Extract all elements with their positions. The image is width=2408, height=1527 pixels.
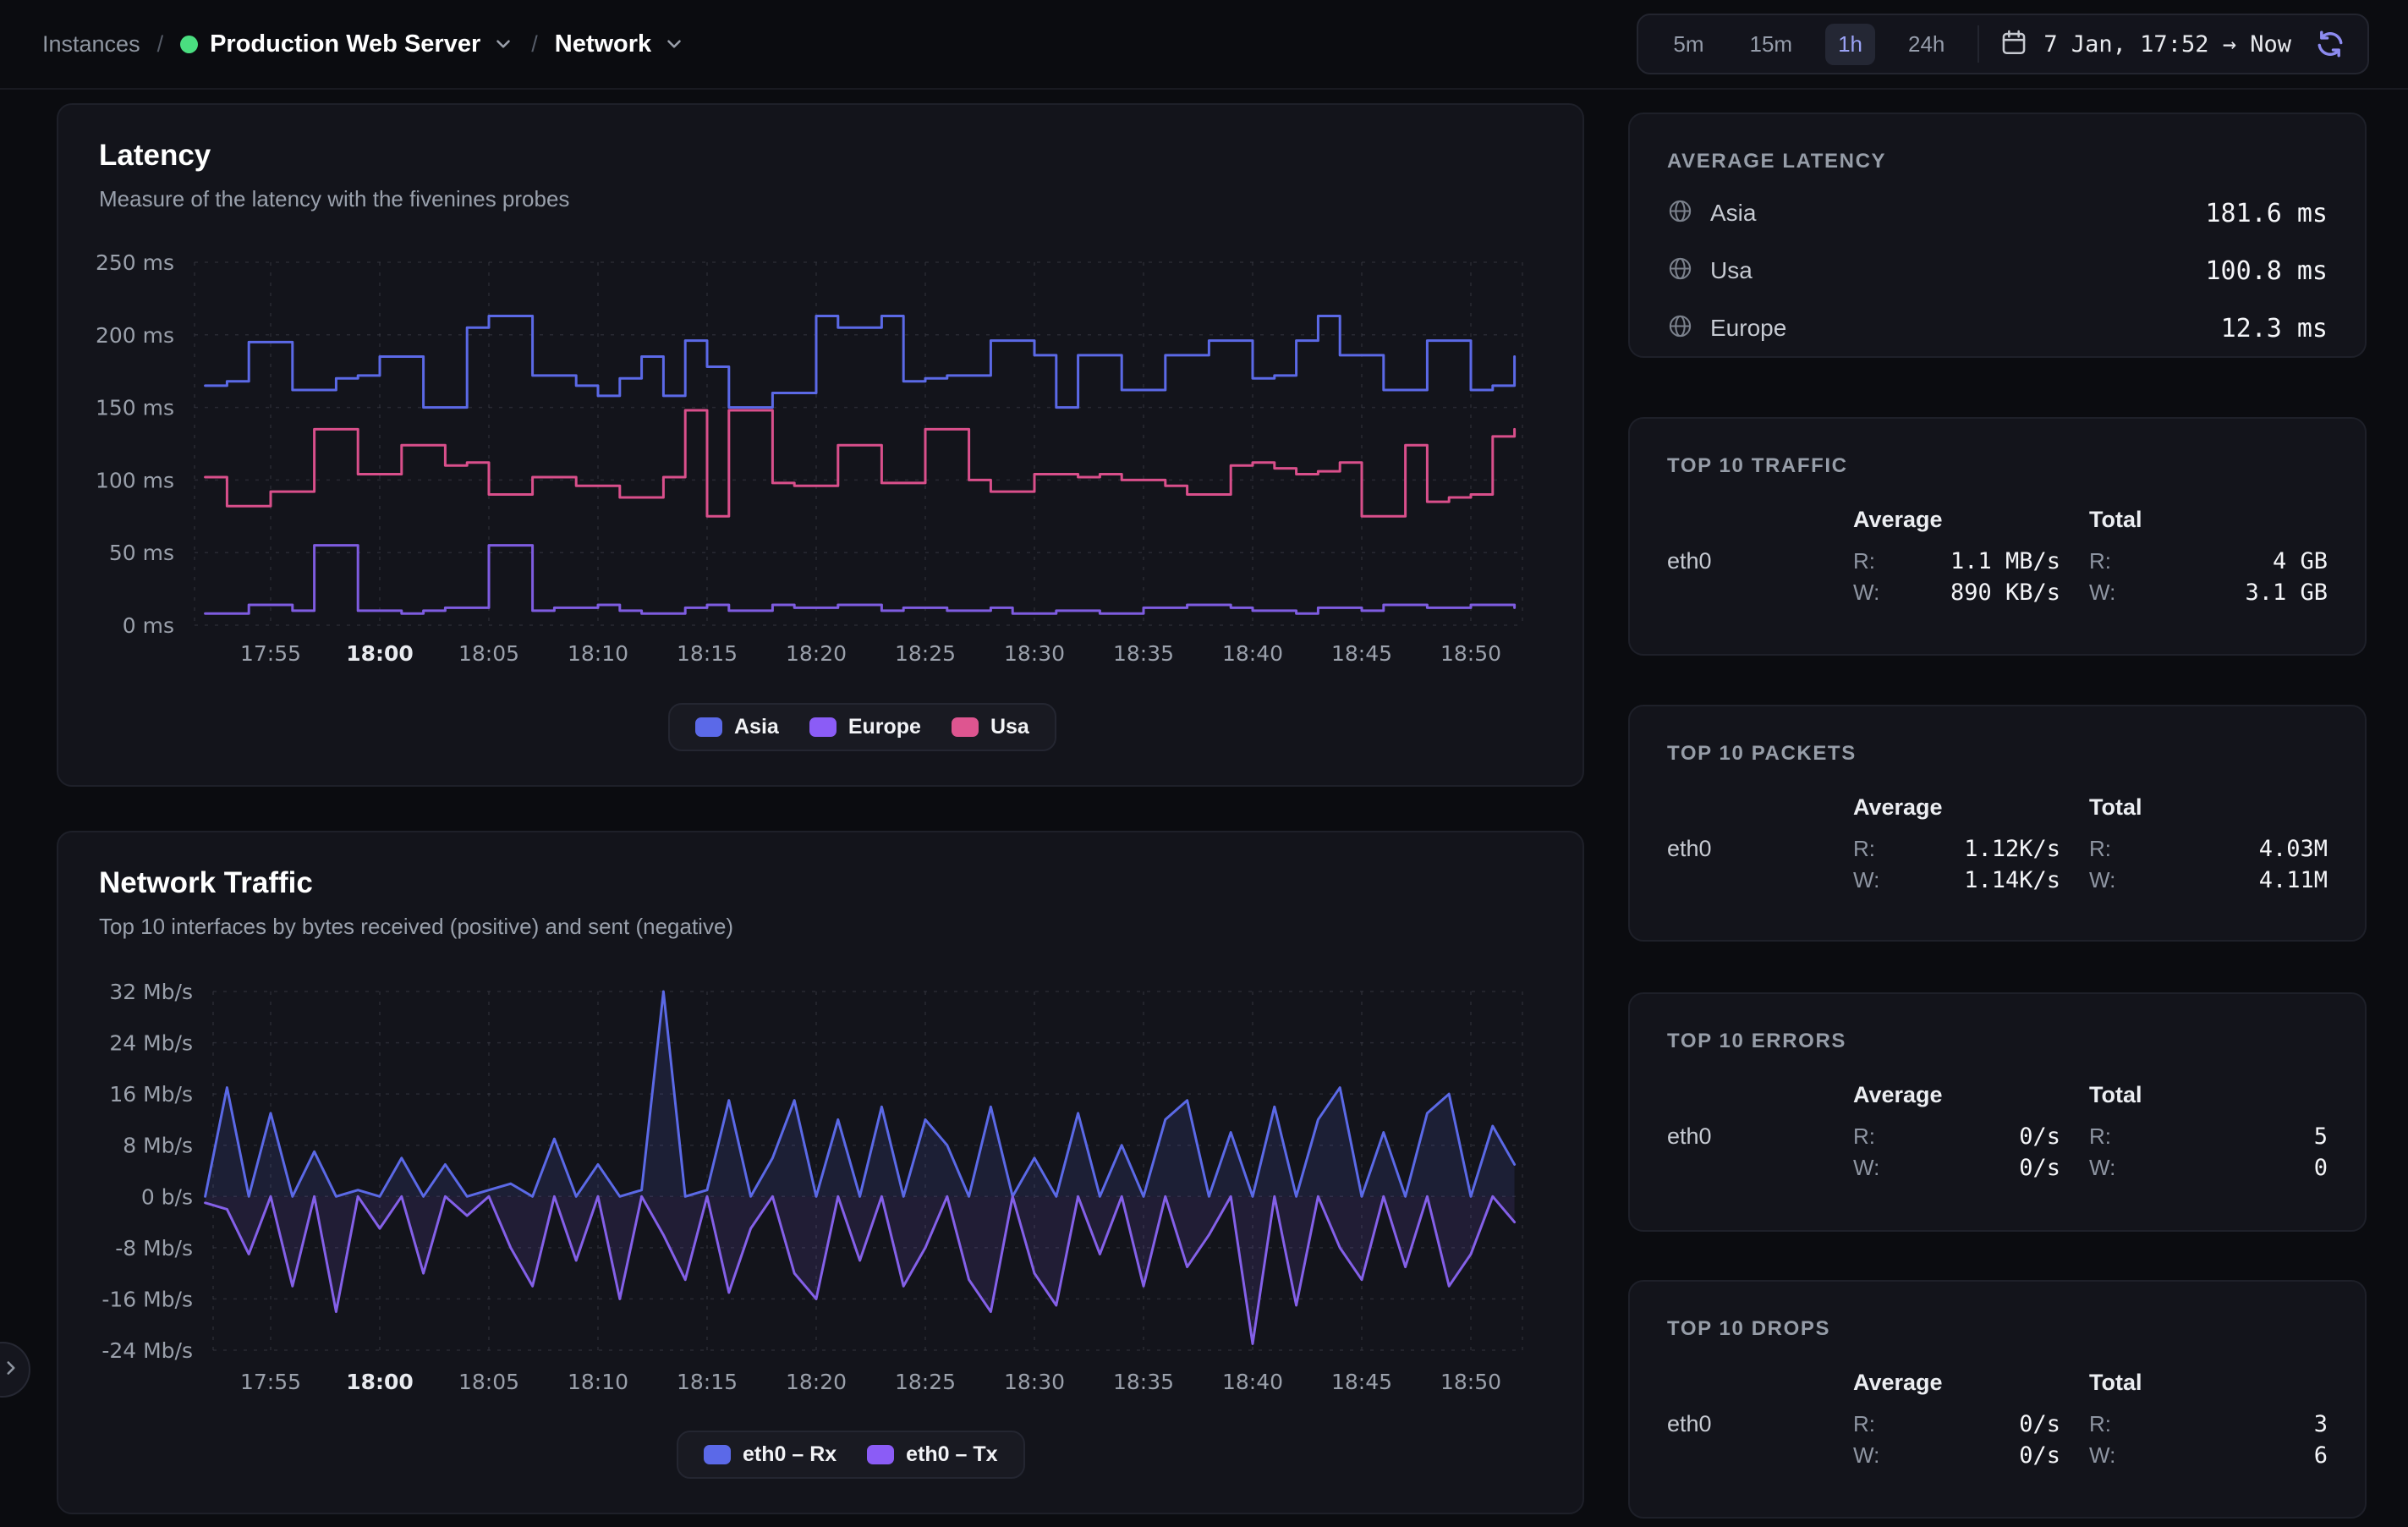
- date-range-picker[interactable]: 7 Jan, 17:52 → Now: [1999, 28, 2291, 61]
- panel-title: AVERAGE LATENCY: [1667, 150, 2328, 173]
- range-button-5m[interactable]: 5m: [1660, 24, 1716, 65]
- interface-name: eth0: [1667, 1123, 1824, 1150]
- panel-title: TOP 10 PACKETS: [1667, 742, 2328, 766]
- latency-subtitle: Measure of the latency with the fivenine…: [99, 186, 1582, 212]
- avg-latency-row-usa: Usa 100.8 ms: [1667, 253, 2328, 288]
- calendar-icon: [1999, 28, 2028, 61]
- globe-icon: [1667, 255, 1693, 286]
- avg-read: R:1.1 MB/s: [1853, 548, 2060, 574]
- average-latency-panel: AVERAGE LATENCY Asia 181.6 ms Usa 100.8 …: [1628, 113, 2367, 358]
- interface-name: eth0: [1667, 1411, 1824, 1437]
- time-controls: 5m 15m 1h 24h 7 Jan, 17:52 → Now: [1637, 14, 2369, 74]
- total-write: W:6: [2089, 1442, 2328, 1469]
- top10-table: Average Total eth0 R:0/s R:3 W:0/s W:6: [1667, 1370, 2328, 1469]
- section-selector[interactable]: Network: [555, 30, 685, 58]
- latency-value: 100.8 ms: [2206, 256, 2328, 286]
- panel-title: TOP 10 ERRORS: [1667, 1030, 2328, 1053]
- top10-table: Average Total eth0 R:0/s R:5 W:0/s W:0: [1667, 1082, 2328, 1181]
- avg-read: R:1.12K/s: [1853, 836, 2060, 862]
- breadcrumb: Instances / Production Web Server / Netw…: [42, 30, 685, 58]
- panel-title: TOP 10 DROPS: [1667, 1317, 2328, 1341]
- breadcrumb-instances[interactable]: Instances: [42, 31, 140, 58]
- date-range-text: 7 Jan, 17:52 → Now: [2043, 31, 2291, 58]
- interface-name: eth0: [1667, 836, 1824, 862]
- column-header-total: Total: [2089, 1370, 2328, 1406]
- total-write: W:4.11M: [2089, 867, 2328, 893]
- column-header-average: Average: [1853, 794, 2060, 831]
- europe-swatch: [809, 717, 836, 737]
- top10-traffic-panel: TOP 10 TRAFFIC Average Total eth0 R:1.1 …: [1628, 417, 2367, 656]
- asia-swatch: [695, 717, 722, 737]
- top10-table: Average Total eth0 R:1.12K/s R:4.03M W:1…: [1667, 794, 2328, 893]
- avg-write: W:0/s: [1853, 1442, 2060, 1469]
- section-name: Network: [555, 30, 651, 58]
- total-read: R:5: [2089, 1123, 2328, 1150]
- breadcrumb-separator: /: [531, 31, 538, 58]
- legend-item-eth0-tx[interactable]: eth0 – Tx: [867, 1442, 997, 1467]
- traffic-legend: eth0 – Rx eth0 – Tx: [677, 1431, 1025, 1479]
- avg-write: W:890 KB/s: [1853, 579, 2060, 606]
- range-button-24h[interactable]: 24h: [1895, 24, 1957, 65]
- legend-item-asia[interactable]: Asia: [695, 715, 779, 739]
- total-read: R:4 GB: [2089, 548, 2328, 574]
- latency-value: 12.3 ms: [2221, 314, 2328, 343]
- range-button-15m[interactable]: 15m: [1737, 24, 1806, 65]
- total-write: W:0: [2089, 1155, 2328, 1181]
- panel-title: TOP 10 TRAFFIC: [1667, 454, 2328, 478]
- top10-drops-panel: TOP 10 DROPS Average Total eth0 R:0/s R:…: [1628, 1280, 2367, 1519]
- top10-table: Average Total eth0 R:1.1 MB/s R:4 GB W:8…: [1667, 507, 2328, 606]
- rx-swatch: [704, 1445, 731, 1464]
- tx-swatch: [867, 1445, 894, 1464]
- instance-name: Production Web Server: [210, 30, 480, 58]
- column-header-average: Average: [1853, 507, 2060, 543]
- column-header-total: Total: [2089, 507, 2328, 543]
- avg-read: R:0/s: [1853, 1411, 2060, 1437]
- legend-item-usa[interactable]: Usa: [952, 715, 1029, 739]
- globe-icon: [1667, 313, 1693, 343]
- avg-write: W:1.14K/s: [1853, 867, 2060, 893]
- legend-item-europe[interactable]: Europe: [809, 715, 921, 739]
- instance-status-dot: [180, 36, 198, 53]
- avg-latency-row-asia: Asia 181.6 ms: [1667, 195, 2328, 231]
- column-header-total: Total: [2089, 1082, 2328, 1118]
- globe-icon: [1667, 198, 1693, 228]
- controls-divider: [1977, 25, 1979, 63]
- latency-value: 181.6 ms: [2206, 199, 2328, 228]
- legend-item-eth0-rx[interactable]: eth0 – Rx: [704, 1442, 836, 1467]
- avg-write: W:0/s: [1853, 1155, 2060, 1181]
- chevron-down-icon: [663, 33, 685, 55]
- avg-read: R:0/s: [1853, 1123, 2060, 1150]
- total-read: R:3: [2089, 1411, 2328, 1437]
- top10-errors-panel: TOP 10 ERRORS Average Total eth0 R:0/s R…: [1628, 992, 2367, 1232]
- latency-title: Latency: [99, 139, 1582, 173]
- column-header-total: Total: [2089, 794, 2328, 831]
- latency-legend: Asia Europe Usa: [668, 703, 1056, 751]
- top10-packets-panel: TOP 10 PACKETS Average Total eth0 R:1.12…: [1628, 705, 2367, 942]
- refresh-button[interactable]: [2315, 29, 2345, 59]
- column-header-average: Average: [1853, 1370, 2060, 1406]
- chevron-right-icon: [0, 1357, 22, 1383]
- latency-chart-area[interactable]: [195, 254, 1527, 634]
- total-read: R:4.03M: [2089, 836, 2328, 862]
- interface-name: eth0: [1667, 548, 1824, 574]
- range-button-1h[interactable]: 1h: [1825, 24, 1875, 65]
- usa-swatch: [952, 717, 979, 737]
- sidebar-expand-button[interactable]: [0, 1342, 30, 1398]
- traffic-title: Network Traffic: [99, 866, 1582, 900]
- breadcrumb-separator: /: [157, 31, 164, 58]
- traffic-subtitle: Top 10 interfaces by bytes received (pos…: [99, 914, 1582, 940]
- avg-latency-row-europe: Europe 12.3 ms: [1667, 310, 2328, 346]
- traffic-chart-area[interactable]: [213, 983, 1527, 1359]
- column-header-average: Average: [1853, 1082, 2060, 1118]
- chevron-down-icon: [492, 33, 514, 55]
- topbar: Instances / Production Web Server / Netw…: [0, 0, 2408, 90]
- total-write: W:3.1 GB: [2089, 579, 2328, 606]
- instance-selector[interactable]: Production Web Server: [180, 30, 514, 58]
